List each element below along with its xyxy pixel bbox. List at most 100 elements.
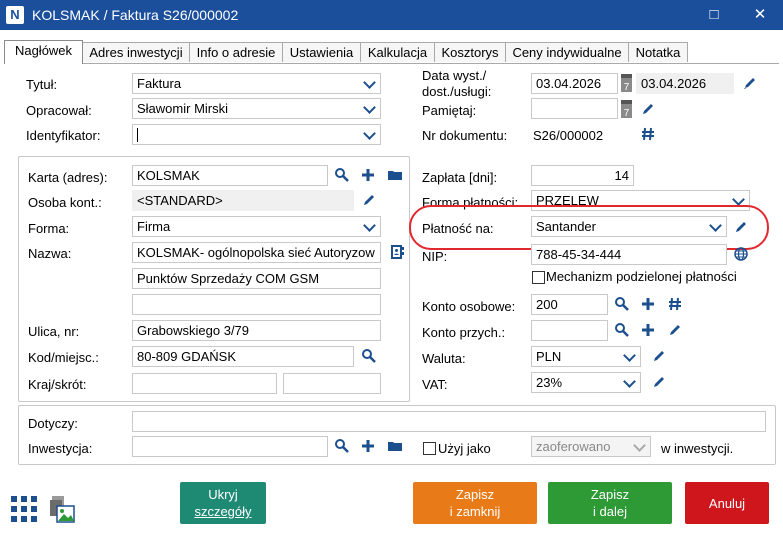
add-icon[interactable] — [640, 322, 656, 338]
nazwa-line1-field[interactable]: KOLSMAK- ogólnopolska sieć Autoryzow — [132, 242, 381, 263]
folder-icon[interactable] — [387, 438, 403, 454]
nip-field[interactable]: 788-45-34-444 — [531, 244, 727, 265]
data-wystawienia-field[interactable]: 03.04.2026 — [531, 73, 618, 94]
contact-card-icon[interactable] — [389, 244, 405, 260]
search-icon[interactable] — [614, 296, 630, 312]
pencil-icon[interactable] — [651, 348, 667, 364]
nr-dokumentu-value: S26/000002 — [533, 128, 604, 143]
karta-field[interactable]: KOLSMAK — [132, 165, 328, 186]
calendar-icon[interactable]: 7 — [621, 100, 632, 119]
ukryj-szczegoly-button[interactable]: Ukryj szczegóły — [180, 482, 266, 524]
osoba-field[interactable]: <STANDARD> — [132, 190, 354, 211]
vat-select[interactable]: 23% — [531, 372, 641, 393]
tab-ceny-indywidualne[interactable]: Ceny indywidualne — [505, 42, 629, 62]
grid-menu-icon[interactable] — [11, 496, 37, 522]
opracowal-select[interactable]: Sławomir Mirski — [132, 98, 381, 119]
attachments-icon[interactable] — [48, 494, 76, 524]
anuluj-label: Anuluj — [708, 495, 746, 511]
title-bar: N KOLSMAK / Faktura S26/000002 □ ✕ — [0, 0, 783, 30]
tab-ustawienia[interactable]: Ustawienia — [282, 42, 361, 62]
chevron-down-icon — [363, 101, 376, 114]
close-button[interactable]: ✕ — [737, 0, 783, 30]
calendar-icon[interactable]: 7 — [621, 74, 632, 93]
identyfikator-select[interactable] — [132, 124, 381, 145]
add-icon[interactable] — [640, 296, 656, 312]
zapisz-i-dalej-button[interactable]: Zapisz i dalej — [548, 482, 672, 524]
tab-notatka[interactable]: Notatka — [628, 42, 688, 62]
tytul-select[interactable]: Faktura — [132, 73, 381, 94]
pencil-icon[interactable] — [640, 101, 656, 117]
chevron-down-icon — [709, 219, 722, 232]
kod-label: Kod/miejsc.: — [28, 350, 99, 365]
tab-naglowek[interactable]: Nagłówek — [4, 40, 83, 64]
konto-osobowe-label: Konto osobowe: — [422, 299, 516, 314]
pamietaj-field[interactable] — [531, 98, 618, 119]
tab-adres-inwestycji[interactable]: Adres inwestycji — [82, 42, 190, 62]
kraj-label: Kraj/skrót: — [28, 377, 87, 392]
chevron-down-icon — [623, 349, 636, 362]
pencil-icon[interactable] — [651, 374, 667, 390]
nip-label: NIP: — [422, 249, 448, 264]
data-dostawy-field[interactable]: 03.04.2026 — [636, 73, 734, 94]
dotyczy-label: Dotyczy: — [28, 416, 78, 431]
nazwa-label: Nazwa: — [28, 246, 72, 261]
pencil-icon[interactable] — [667, 322, 683, 338]
platnosc-na-select[interactable]: Santander — [531, 216, 727, 237]
opracowal-value: Sławomir Mirski — [137, 101, 228, 116]
karta-label: Karta (adres): — [28, 170, 108, 185]
status-select[interactable]: zaoferowano — [531, 436, 651, 457]
maximize-button[interactable]: □ — [691, 0, 737, 30]
pencil-icon[interactable] — [361, 192, 377, 208]
status-value: zaoferowano — [536, 439, 611, 454]
globe-icon[interactable] — [733, 246, 749, 262]
hash-icon[interactable] — [640, 126, 656, 142]
ulica-field[interactable]: Grabowskiego 3/79 — [132, 320, 381, 341]
tab-kalkulacja[interactable]: Kalkulacja — [360, 42, 435, 62]
waluta-select[interactable]: PLN — [531, 346, 641, 367]
zapisz-i-zamknij-button[interactable]: Zapisz i zamknij — [413, 482, 537, 524]
nazwa-line2-field[interactable]: Punktów Sprzedaży COM GSM — [132, 268, 381, 289]
konto-przych-field[interactable] — [531, 320, 608, 341]
anuluj-button[interactable]: Anuluj — [685, 482, 769, 524]
app-logo-icon: N — [6, 6, 24, 24]
add-icon[interactable] — [360, 167, 376, 183]
add-icon[interactable] — [360, 438, 376, 454]
search-icon[interactable] — [334, 167, 350, 183]
chevron-down-icon — [363, 127, 376, 140]
kraj-field[interactable] — [132, 373, 277, 394]
skrot-field[interactable] — [283, 373, 381, 394]
konto-przych-label: Konto przych.: — [422, 325, 506, 340]
folder-icon[interactable] — [387, 167, 403, 183]
tab-info-o-adresie[interactable]: Info o adresie — [189, 42, 283, 62]
uzyj-jako-checkbox[interactable] — [423, 442, 436, 455]
chevron-down-icon — [623, 375, 636, 388]
chevron-down-icon — [363, 219, 376, 232]
zapisz-zamknij-line2: i zamknij — [449, 504, 501, 519]
inwestycja-field[interactable] — [132, 436, 328, 457]
inwestycja-label: Inwestycja: — [28, 441, 93, 456]
ukryj-line2: szczegóły — [194, 504, 252, 519]
forma-select[interactable]: Firma — [132, 216, 381, 237]
search-icon[interactable] — [361, 348, 377, 364]
dotyczy-field[interactable] — [132, 411, 766, 432]
hash-icon[interactable] — [667, 296, 683, 312]
opracowal-label: Opracował: — [26, 103, 92, 118]
data-label-line2: dost./usługi: — [422, 84, 492, 99]
tytul-label: Tytuł: — [26, 77, 58, 92]
vat-value: 23% — [536, 375, 563, 390]
konto-osobowe-field[interactable]: 200 — [531, 294, 608, 315]
search-icon[interactable] — [334, 438, 350, 454]
zaplata-field[interactable]: 14 — [531, 165, 634, 186]
mechanizm-checkbox[interactable] — [532, 271, 545, 284]
zapisz-dalej-line2: i dalej — [593, 504, 627, 519]
mechanizm-label: Mechanizm podzielonej płatności — [546, 269, 737, 284]
tab-kosztorys[interactable]: Kosztorys — [434, 42, 506, 62]
platnosc-na-label: Płatność na: — [422, 221, 494, 236]
ukryj-line1: Ukryj — [208, 487, 238, 502]
pencil-icon[interactable] — [733, 219, 749, 235]
chevron-down-icon — [633, 439, 646, 452]
search-icon[interactable] — [614, 322, 630, 338]
kod-miejscowosc-field[interactable]: 80-809 GDAŃSK — [132, 346, 354, 367]
pencil-icon[interactable] — [742, 75, 758, 91]
nazwa-line3-field[interactable] — [132, 294, 381, 315]
